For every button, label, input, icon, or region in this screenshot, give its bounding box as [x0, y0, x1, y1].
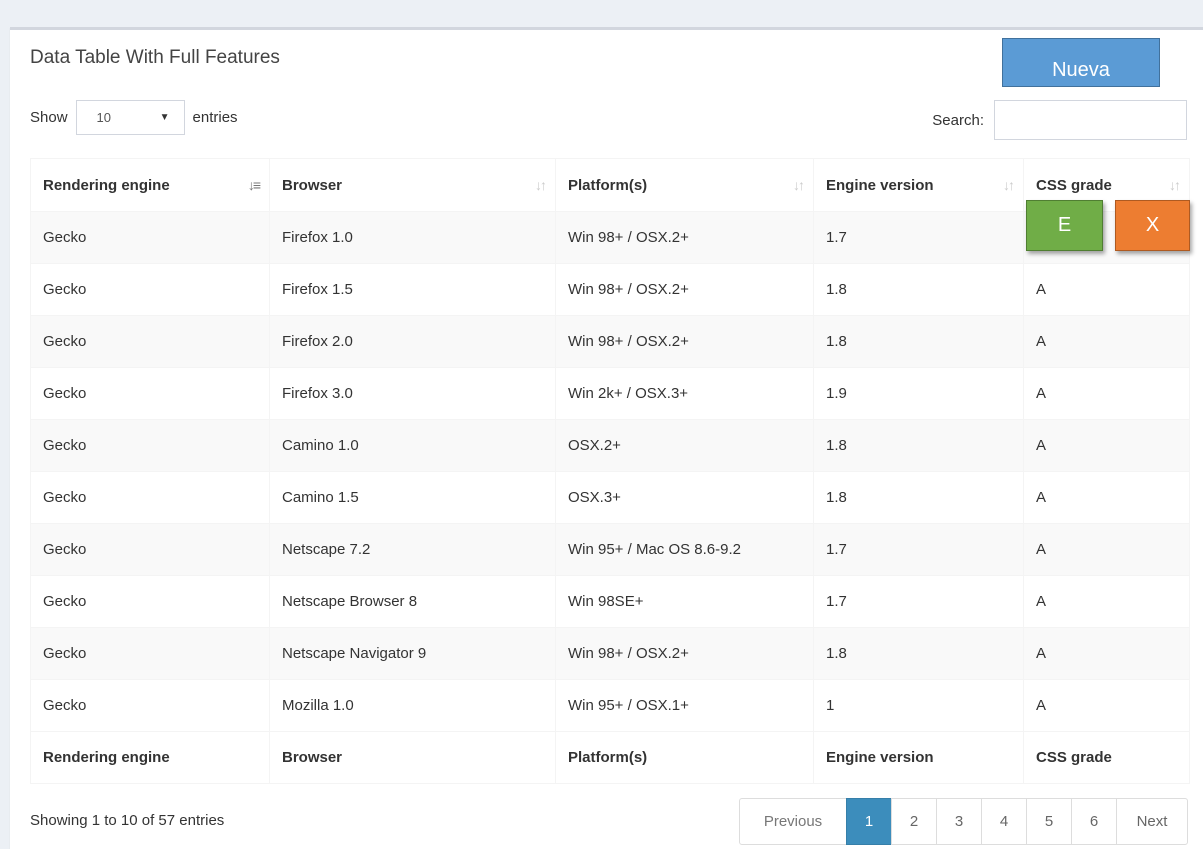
- table-row[interactable]: Gecko Mozilla 1.0 Win 95+ / OSX.1+ 1 A: [30, 679, 1190, 732]
- column-header-engine-version[interactable]: Engine version ↓↑: [813, 158, 1024, 212]
- cell-rendering-engine: Gecko: [30, 627, 270, 680]
- sort-ascending-icon: ↓≡: [247, 177, 261, 193]
- cell-rendering-engine: Gecko: [30, 315, 270, 368]
- table-row[interactable]: Gecko Netscape 7.2 Win 95+ / Mac OS 8.6-9.…: [30, 523, 1190, 576]
- footer-css-grade: CSS grade: [1023, 731, 1190, 784]
- table-row[interactable]: Gecko Firefox 2.0 Win 98+ / OSX.2+ 1.8 A: [30, 315, 1190, 368]
- cell-engine-version: 1.7: [813, 575, 1024, 628]
- cell-css-grade: A: [1023, 471, 1190, 524]
- cell-engine-version: 1.8: [813, 315, 1024, 368]
- search-label: Search:: [932, 111, 984, 129]
- delete-button[interactable]: X: [1115, 200, 1190, 251]
- cell-engine-version: 1.8: [813, 263, 1024, 316]
- cell-rendering-engine: Gecko: [30, 471, 270, 524]
- table-row[interactable]: Gecko Netscape Browser 8 Win 98SE+ 1.7 A: [30, 575, 1190, 628]
- cell-platforms: Win 95+ / Mac OS 8.6-9.2: [555, 523, 814, 576]
- cell-platforms: Win 98SE+: [555, 575, 814, 628]
- cell-engine-version: 1.7: [813, 211, 1024, 264]
- box-title: Data Table With Full Features: [30, 47, 280, 68]
- pagination: Previous 1 2 3 4 5 6 Next: [739, 798, 1188, 845]
- cell-platforms: Win 98+ / OSX.2+: [555, 627, 814, 680]
- cell-css-grade: A: [1023, 627, 1190, 680]
- cell-browser: Firefox 3.0: [269, 367, 556, 420]
- cell-css-grade: A: [1023, 315, 1190, 368]
- entries-select-value: 10: [96, 110, 111, 125]
- cell-engine-version: 1.7: [813, 523, 1024, 576]
- cell-browser: Netscape 7.2: [269, 523, 556, 576]
- table-row[interactable]: Gecko Firefox 1.5 Win 98+ / OSX.2+ 1.8 A: [30, 263, 1190, 316]
- cell-platforms: Win 98+ / OSX.2+: [555, 211, 814, 264]
- page-button-3[interactable]: 3: [936, 798, 982, 845]
- cell-css-grade: A: [1023, 367, 1190, 420]
- cell-engine-version: 1.9: [813, 367, 1024, 420]
- table-info: Showing 1 to 10 of 57 entries: [30, 812, 225, 829]
- data-table-box: Data Table With Full Features Nueva Show…: [10, 27, 1203, 849]
- cell-css-grade: A: [1023, 263, 1190, 316]
- cell-browser: Mozilla 1.0: [269, 679, 556, 732]
- sort-icon: ↓↑: [1169, 177, 1181, 193]
- cell-css-grade: A: [1023, 679, 1190, 732]
- entries-length-control: Show 10 ▼ entries: [30, 100, 238, 135]
- cell-platforms: Win 95+ / OSX.1+: [555, 679, 814, 732]
- cell-css-grade: A: [1023, 575, 1190, 628]
- cell-engine-version: 1: [813, 679, 1024, 732]
- sort-icon: ↓↑: [793, 177, 805, 193]
- footer-rendering-engine: Rendering engine: [30, 731, 270, 784]
- cell-engine-version: 1.8: [813, 471, 1024, 524]
- cell-platforms: OSX.2+: [555, 419, 814, 472]
- column-header-platforms[interactable]: Platform(s) ↓↑: [555, 158, 814, 212]
- cell-rendering-engine: Gecko: [30, 523, 270, 576]
- edit-button[interactable]: E: [1026, 200, 1103, 251]
- chevron-down-icon: ▼: [159, 112, 170, 123]
- page-button-5[interactable]: 5: [1026, 798, 1072, 845]
- entries-select[interactable]: 10 ▼: [75, 100, 185, 135]
- page-button-1[interactable]: 1: [846, 798, 892, 845]
- page-button-4[interactable]: 4: [981, 798, 1027, 845]
- cell-browser: Firefox 2.0: [269, 315, 556, 368]
- sort-icon: ↓↑: [1003, 177, 1015, 193]
- footer-platforms: Platform(s): [555, 731, 814, 784]
- cell-browser: Netscape Navigator 9: [269, 627, 556, 680]
- footer-engine-version: Engine version: [813, 731, 1024, 784]
- cell-rendering-engine: Gecko: [30, 679, 270, 732]
- cell-rendering-engine: Gecko: [30, 211, 270, 264]
- table-row[interactable]: Gecko Camino 1.5 OSX.3+ 1.8 A: [30, 471, 1190, 524]
- data-table: Rendering engine ↓≡ Browser ↓↑ Platform(s)…: [30, 158, 1190, 784]
- new-button[interactable]: Nueva: [1002, 38, 1160, 87]
- cell-rendering-engine: Gecko: [30, 575, 270, 628]
- cell-browser: Camino 1.5: [269, 471, 556, 524]
- column-header-rendering-engine[interactable]: Rendering engine ↓≡: [30, 158, 270, 212]
- next-button[interactable]: Next: [1116, 798, 1188, 845]
- cell-css-grade: A: [1023, 523, 1190, 576]
- table-row[interactable]: Gecko Camino 1.0 OSX.2+ 1.8 A: [30, 419, 1190, 472]
- cell-platforms: Win 2k+ / OSX.3+: [555, 367, 814, 420]
- entries-label: entries: [192, 109, 238, 126]
- table-row[interactable]: Gecko Firefox 1.0 Win 98+ / OSX.2+ 1.7: [30, 211, 1190, 264]
- page-button-6[interactable]: 6: [1071, 798, 1117, 845]
- cell-engine-version: 1.8: [813, 627, 1024, 680]
- table-row[interactable]: Gecko Firefox 3.0 Win 2k+ / OSX.3+ 1.9 A: [30, 367, 1190, 420]
- cell-browser: Camino 1.0: [269, 419, 556, 472]
- footer-browser: Browser: [269, 731, 556, 784]
- search-input[interactable]: [994, 100, 1187, 140]
- previous-button[interactable]: Previous: [739, 798, 847, 845]
- cell-platforms: Win 98+ / OSX.2+: [555, 315, 814, 368]
- cell-browser: Netscape Browser 8: [269, 575, 556, 628]
- cell-css-grade: A: [1023, 419, 1190, 472]
- cell-browser: Firefox 1.5: [269, 263, 556, 316]
- cell-platforms: Win 98+ / OSX.2+: [555, 263, 814, 316]
- show-label: Show: [30, 109, 68, 126]
- cell-browser: Firefox 1.0: [269, 211, 556, 264]
- cell-rendering-engine: Gecko: [30, 367, 270, 420]
- table-row[interactable]: Gecko Netscape Navigator 9 Win 98+ / OSX.2…: [30, 627, 1190, 680]
- cell-engine-version: 1.8: [813, 419, 1024, 472]
- column-header-browser[interactable]: Browser ↓↑: [269, 158, 556, 212]
- search-control: Search:: [932, 100, 1187, 140]
- cell-platforms: OSX.3+: [555, 471, 814, 524]
- page-button-2[interactable]: 2: [891, 798, 937, 845]
- cell-rendering-engine: Gecko: [30, 419, 270, 472]
- cell-rendering-engine: Gecko: [30, 263, 270, 316]
- sort-icon: ↓↑: [535, 177, 547, 193]
